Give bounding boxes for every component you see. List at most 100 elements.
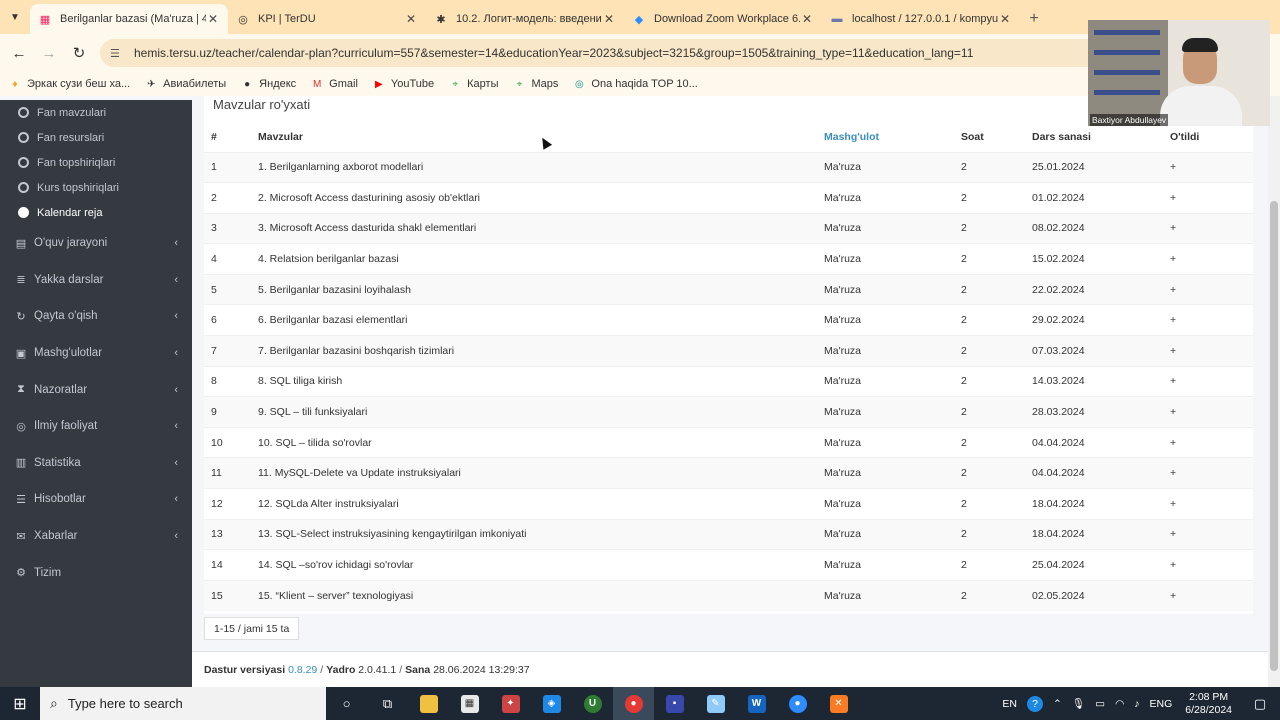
system-tray: EN ? ⌃ 🎙︎ ▭ ◠ ♪ ENG 2:08 PM 6/28/2024 ▢: [997, 687, 1280, 720]
topic-name: 15. “Klient – server” texnologiyasi: [251, 579, 817, 611]
sidebar-item-statistika[interactable]: ▥ Statistika ‹: [0, 445, 192, 482]
word-icon[interactable]: W: [736, 687, 777, 720]
table-header-row: # Mavzular Mashg'ulot Soat Dars sanasi O…: [204, 122, 1253, 152]
row-number: 9: [204, 396, 251, 428]
sidebar-item-fan-topshiriqlari[interactable]: Fan topshiriqlari: [0, 150, 192, 175]
browser-tab[interactable]: ◎ KPI | TerDU ✕: [228, 4, 426, 34]
bookmark-item[interactable]: ● Яндекс: [240, 77, 296, 91]
notification-icon[interactable]: ▢: [1245, 696, 1275, 712]
yandex-icon: ●: [244, 78, 251, 90]
bookmark-item[interactable]: ⌖ Maps: [513, 77, 559, 91]
file-explorer-icon[interactable]: [408, 687, 449, 720]
close-tab-icon[interactable]: ✕: [998, 12, 1012, 26]
browser-tab[interactable]: ◆ Download Zoom Workplace 6.1 ✕: [624, 4, 822, 34]
zoom-icon[interactable]: ●: [777, 687, 818, 720]
training-type: Ma'ruza: [817, 549, 954, 581]
done-mark: +: [1163, 151, 1253, 183]
training-type: Ma'ruza: [817, 212, 954, 244]
row-number: 4: [204, 243, 251, 275]
notepad-icon[interactable]: ✎: [695, 687, 736, 720]
bookmark-item[interactable]: ♦ Эркак сузи беш ха...: [8, 77, 130, 91]
windows-start-icon[interactable]: ⊞: [0, 687, 40, 720]
sidebar-item-xabarlar[interactable]: ✉ Xabarlar ‹: [0, 518, 192, 555]
video-person-body: [1160, 86, 1242, 126]
column-header-topics[interactable]: Mavzular: [251, 122, 817, 152]
row-number: 11: [204, 457, 251, 489]
sidebar-item-mashgulotlar[interactable]: ▣ Mashg'ulotlar ‹: [0, 335, 192, 372]
column-header-date[interactable]: Dars sanasi: [1025, 122, 1163, 152]
sidebar-item-tizim[interactable]: ⚙ Tizim: [0, 554, 192, 591]
column-header-done[interactable]: O'tildi: [1163, 122, 1253, 152]
bookmark-item[interactable]: M Gmail: [310, 77, 358, 91]
save-icon[interactable]: ▪: [654, 687, 695, 720]
taskbar: ⊞ ⌕ Type here to search ○ ⧉ ▦ ✦ ◈ U ● ▪ …: [0, 687, 1280, 720]
bookmark-item[interactable]: ▶ YouTube: [372, 77, 434, 91]
upwork-icon[interactable]: U: [572, 687, 613, 720]
clock[interactable]: 2:08 PM 6/28/2024: [1185, 691, 1232, 717]
column-header-training[interactable]: Mashg'ulot: [817, 122, 954, 152]
app-icon[interactable]: ✦: [490, 687, 531, 720]
sidebar-item-oquv-jarayoni[interactable]: ▤ O'quv jarayoni ‹: [0, 225, 192, 262]
sidebar-item-yakka-darslar[interactable]: ≣ Yakka darslar ‹: [0, 262, 192, 299]
video-call-overlay[interactable]: Baxtiyor Abdullayev: [1088, 20, 1270, 126]
browser-tab-active[interactable]: ▦ Berilganlar bazasi (Ma'ruza | 4- ✕: [30, 4, 228, 34]
page-scrollbar[interactable]: [1268, 96, 1280, 687]
input-language[interactable]: ENG: [1150, 698, 1173, 710]
bookmark-item[interactable]: ⌖ Карты: [448, 77, 498, 91]
microphone-icon[interactable]: 🎙︎: [1072, 697, 1085, 710]
phpmyadmin-icon: ▬: [831, 13, 843, 25]
new-tab-icon[interactable]: +: [1020, 4, 1048, 34]
bookmark-item[interactable]: ✈ Авиабилеты: [144, 77, 226, 91]
store-icon[interactable]: ▦: [449, 687, 490, 720]
sidebar-item-qayta-oqish[interactable]: ↻ Qayta o'qish ‹: [0, 298, 192, 335]
task-view-icon[interactable]: ⧉: [367, 687, 408, 720]
gmail-icon: M: [313, 78, 322, 90]
close-tab-icon[interactable]: ✕: [602, 12, 616, 26]
sidebar-item-kalendar-reja[interactable]: Kalendar reja: [0, 200, 192, 225]
table-row: 6 6. Berilganlar bazasi elementlari Ma'ruz…: [204, 304, 1253, 336]
help-icon[interactable]: ?: [1027, 695, 1044, 712]
volume-icon[interactable]: ♪: [1134, 698, 1139, 710]
bookmark-item[interactable]: ◎ Ona haqida TOP 10...: [572, 77, 698, 91]
tab-search-icon[interactable]: ▼: [0, 0, 30, 34]
column-header-hours[interactable]: Soat: [954, 122, 1025, 152]
wifi-icon[interactable]: ◠: [1115, 698, 1124, 710]
topic-name: 11. MySQL-Delete va Update instruksiyala…: [251, 457, 817, 489]
reload-icon[interactable]: ↻: [64, 38, 94, 68]
hours: 2: [954, 335, 1025, 367]
pagination-summary: 1-15 / jami 15 ta: [204, 617, 300, 640]
chevron-up-icon[interactable]: ⌃: [1053, 698, 1062, 710]
chevron-left-icon: ‹: [174, 310, 178, 323]
sidebar-item-hisobotlar[interactable]: ☰ Hisobotlar ‹: [0, 481, 192, 518]
sidebar-item-kurs-topshiriqlari[interactable]: Kurs topshiriqlari: [0, 175, 192, 200]
topic-name: 6. Berilganlar bazasi elementlari: [251, 304, 817, 336]
url-field[interactable]: ☰ hemis.tersu.uz/teacher/calendar-plan?c…: [100, 39, 1140, 67]
sidebar-item-fan-mavzulari[interactable]: Fan mavzulari: [0, 100, 192, 125]
sidebar-item-ilmiy-faoliyat[interactable]: ◎ Ilmiy faoliyat ‹: [0, 408, 192, 445]
training-type: Ma'ruza: [817, 426, 954, 458]
row-number: 14: [204, 549, 251, 581]
taskbar-search[interactable]: ⌕ Type here to search: [40, 687, 326, 720]
chrome-icon[interactable]: ●: [613, 687, 654, 720]
scrollbar-thumb[interactable]: [1270, 201, 1278, 671]
circle-icon: [18, 157, 29, 168]
language-indicator[interactable]: EN: [1002, 698, 1017, 710]
sidebar-item-fan-resurslari[interactable]: Fan resurslari: [0, 125, 192, 150]
browser-tab[interactable]: ▬ localhost / 127.0.0.1 / kompyut ✕: [822, 4, 1020, 34]
close-tab-icon[interactable]: ✕: [206, 12, 220, 26]
browser-tab[interactable]: ✱ 10.2. Логит-модель: введение ✕: [426, 4, 624, 34]
column-header-number[interactable]: #: [204, 122, 251, 152]
close-tab-icon[interactable]: ✕: [404, 12, 418, 26]
topic-name: 7. Berilganlar bazasini boshqarish tizim…: [251, 335, 817, 367]
cortana-icon[interactable]: ○: [326, 687, 367, 720]
footer-core: 2.0.41.1: [358, 663, 397, 676]
site-info-icon[interactable]: ☰: [110, 47, 126, 60]
back-icon[interactable]: ←: [4, 38, 34, 68]
shield-icon[interactable]: ◈: [531, 687, 572, 720]
sidebar-item-nazoratlar[interactable]: ⧗ Nazoratlar ‹: [0, 371, 192, 408]
forward-icon[interactable]: →: [34, 38, 64, 68]
battery-icon[interactable]: ▭: [1095, 698, 1105, 710]
xampp-icon[interactable]: ✕: [818, 687, 859, 720]
refresh-icon: ↻: [16, 310, 26, 323]
close-tab-icon[interactable]: ✕: [800, 12, 814, 26]
